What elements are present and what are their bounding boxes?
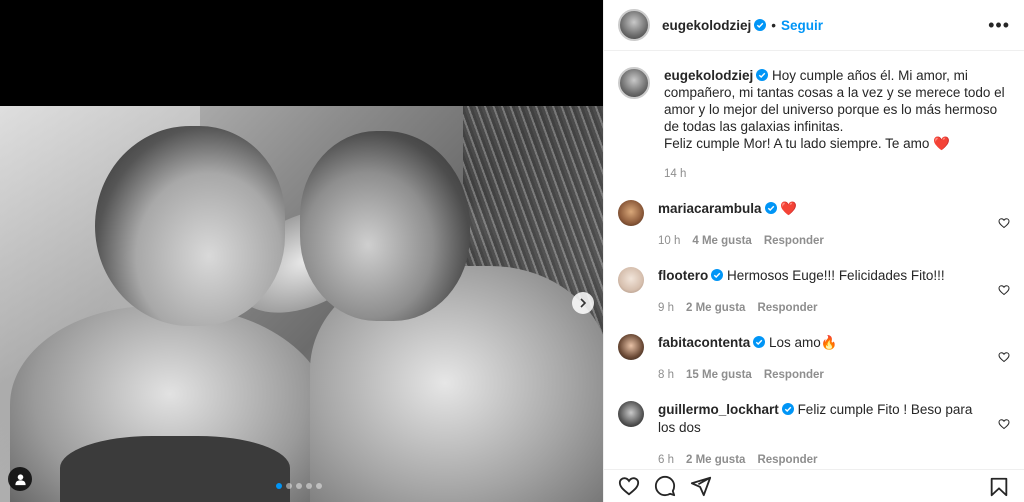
verified-badge-icon (756, 69, 769, 81)
comment-text: Hermosos Euge!!! Felicidades Fito!!! (727, 268, 945, 283)
comment-icon[interactable] (654, 475, 676, 497)
verified-badge-icon (764, 202, 777, 214)
comment-time[interactable]: 6 h (658, 451, 674, 469)
reply-button[interactable]: Responder (764, 366, 824, 384)
caption-text-2: Feliz cumple Mor! A tu lado siempre. Te … (664, 136, 930, 151)
reply-button[interactable]: Responder (764, 232, 824, 250)
caption-timestamp[interactable]: 14 h (664, 166, 1010, 183)
carousel-dot (296, 483, 302, 489)
comment-meta: 10 h 4 Me gusta Responder (658, 232, 988, 250)
verified-badge-icon (781, 403, 794, 415)
verified-badge-icon (711, 269, 724, 281)
comment-item: guillermo_lockhart Feliz cumple Fito ! B… (618, 401, 1010, 469)
follow-button[interactable]: Seguir (781, 18, 823, 33)
like-comment-icon[interactable] (998, 217, 1010, 229)
heart-icon[interactable] (618, 475, 640, 497)
carousel-dot (276, 483, 282, 489)
commenter-avatar[interactable] (618, 200, 644, 226)
comment-likes[interactable]: 2 Me gusta (686, 451, 745, 469)
verified-badge-icon (754, 19, 767, 31)
commenter-avatar[interactable] (618, 334, 644, 360)
fire-emoji: 🔥 (820, 335, 838, 350)
comment-meta: 6 h 2 Me gusta Responder (658, 451, 988, 469)
author-username[interactable]: eugekolodziej (662, 18, 751, 33)
comment-likes[interactable]: 15 Me gusta (686, 366, 752, 384)
share-icon[interactable] (690, 475, 712, 497)
post-media (0, 0, 603, 502)
carousel-indicator (276, 483, 322, 489)
comment-time[interactable]: 8 h (658, 366, 674, 384)
like-comment-icon[interactable] (998, 418, 1010, 430)
carousel-dot (306, 483, 312, 489)
comment-time[interactable]: 10 h (658, 232, 680, 250)
commenter-username[interactable]: fabitacontenta (658, 335, 750, 350)
carousel-dot (316, 483, 322, 489)
carousel-dot (286, 483, 292, 489)
tagged-users-button[interactable] (8, 467, 32, 491)
comment-time[interactable]: 9 h (658, 299, 674, 317)
heart-emoji: ❤️ (933, 136, 950, 151)
chevron-right-icon (580, 298, 587, 308)
comments-list[interactable]: eugekolodziej Hoy cumple años él. Mi amo… (604, 51, 1024, 469)
post-header: eugekolodziej • Seguir ••• (604, 0, 1024, 51)
post-photo[interactable] (0, 106, 603, 502)
comment-emoji: ❤️ (780, 201, 798, 216)
commenter-avatar[interactable] (618, 267, 644, 293)
bookmark-icon[interactable] (988, 476, 1010, 498)
comment-item: flootero Hermosos Euge!!! Felicidades Fi… (618, 267, 1010, 317)
commenter-avatar[interactable] (618, 401, 644, 427)
comment-meta: 8 h 15 Me gusta Responder (658, 366, 988, 384)
verified-badge-icon (753, 336, 766, 348)
like-comment-icon[interactable] (998, 284, 1010, 296)
author-avatar[interactable] (618, 9, 650, 41)
reply-button[interactable]: Responder (757, 451, 817, 469)
user-icon (14, 473, 26, 485)
carousel-next-button[interactable] (572, 292, 594, 314)
post-actions-bar (604, 469, 1024, 502)
post-caption: eugekolodziej Hoy cumple años él. Mi amo… (618, 67, 1010, 183)
reply-button[interactable]: Responder (757, 299, 817, 317)
comment-text: Los amo (769, 335, 821, 350)
comment-item: mariacarambula ❤️ 10 h 4 Me gusta Respon… (618, 200, 1010, 250)
more-options-icon[interactable]: ••• (988, 15, 1010, 36)
comment-likes[interactable]: 2 Me gusta (686, 299, 745, 317)
author-avatar[interactable] (618, 67, 650, 99)
commenter-username[interactable]: guillermo_lockhart (658, 402, 779, 417)
comment-item: fabitacontenta Los amo🔥 8 h 15 Me gusta … (618, 334, 1010, 384)
commenter-username[interactable]: flootero (658, 268, 708, 283)
post-side-panel: eugekolodziej • Seguir ••• eugekolodziej… (603, 0, 1024, 502)
comment-meta: 9 h 2 Me gusta Responder (658, 299, 988, 317)
caption-username[interactable]: eugekolodziej (664, 68, 753, 83)
comment-likes[interactable]: 4 Me gusta (692, 232, 751, 250)
like-comment-icon[interactable] (998, 351, 1010, 363)
commenter-username[interactable]: mariacarambula (658, 201, 762, 216)
